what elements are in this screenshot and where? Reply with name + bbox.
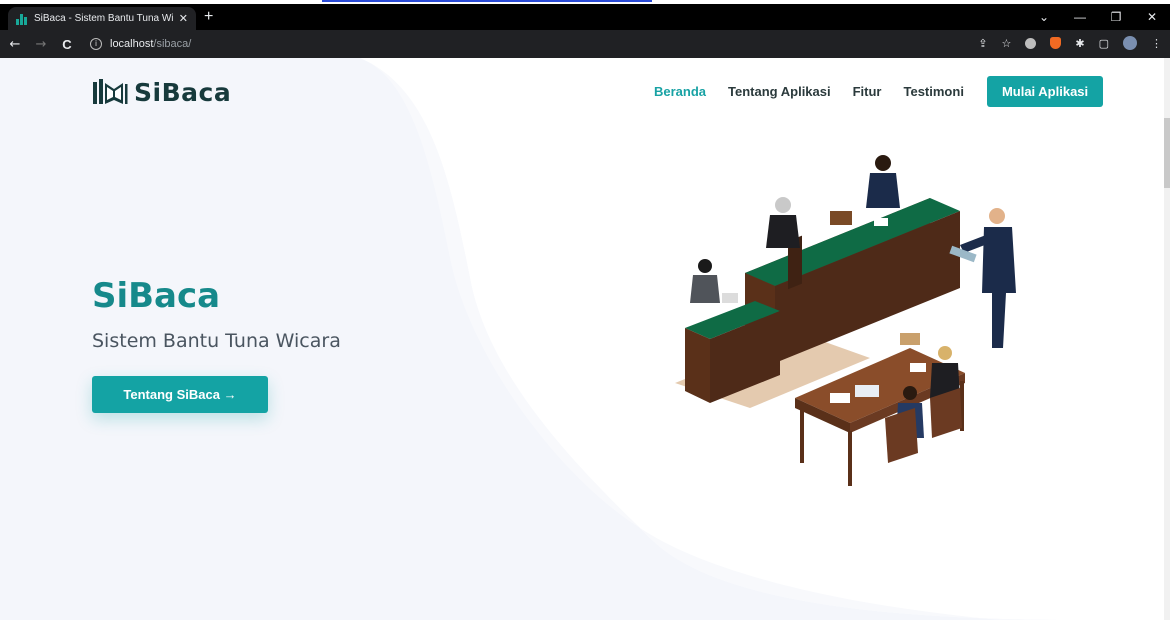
restore-button[interactable]: ❐: [1098, 10, 1134, 24]
tab-search-icon[interactable]: ⌄: [1026, 10, 1062, 24]
nav-link-fitur[interactable]: Fitur: [853, 84, 882, 99]
sibaca-favicon-icon: [16, 13, 28, 25]
profile-avatar-icon[interactable]: [1123, 36, 1137, 50]
nav-link-beranda[interactable]: Beranda: [654, 84, 706, 99]
tab-close-icon[interactable]: ✕: [179, 12, 188, 25]
url-host: localhost: [110, 38, 154, 50]
side-panel-icon[interactable]: ▢: [1099, 37, 1109, 50]
page-viewport: SiBaca Beranda Tentang Aplikasi Fitur Te…: [0, 58, 1170, 620]
page-scrollbar[interactable]: [1164, 58, 1170, 620]
nav-link-testimoni[interactable]: Testimoni: [904, 84, 964, 99]
tab-title: SiBaca - Sistem Bantu Tuna Wica: [34, 13, 173, 24]
url-path: /sibaca/: [153, 38, 192, 50]
window-controls: ⌄ — ❐ ✕: [1026, 4, 1170, 30]
book-logo-icon: [93, 78, 128, 104]
link-underline: [322, 0, 652, 2]
bookmark-star-icon[interactable]: ☆: [1002, 37, 1012, 50]
scrollbar-thumb[interactable]: [1164, 118, 1170, 188]
extensions-puzzle-icon[interactable]: ✱: [1075, 37, 1084, 50]
share-icon[interactable]: ⇪: [978, 37, 987, 50]
back-button[interactable]: ←: [4, 37, 26, 52]
nav-link-tentang-aplikasi[interactable]: Tentang Aplikasi: [728, 84, 831, 99]
minimize-button[interactable]: —: [1062, 10, 1098, 24]
courtroom-illustration: [675, 155, 1016, 486]
forward-button[interactable]: →: [30, 37, 52, 52]
sibaca-logo[interactable]: SiBaca: [92, 78, 231, 107]
extension-circle-icon[interactable]: [1025, 37, 1037, 49]
new-tab-button[interactable]: +: [204, 8, 213, 26]
browser-toolbar: ← → C i localhost/sibaca/ ⇪ ☆ ✱ ▢ ⋮: [0, 30, 1170, 58]
reload-button[interactable]: C: [56, 37, 78, 52]
tentang-sibaca-button[interactable]: Tentang SiBaca →: [92, 376, 268, 413]
mulai-aplikasi-button[interactable]: Mulai Aplikasi: [986, 76, 1104, 107]
hero-title: SiBaca: [92, 276, 221, 316]
browser-tab-bar: SiBaca - Sistem Bantu Tuna Wica ✕ + ⌄ — …: [0, 4, 1170, 30]
browser-menu-icon[interactable]: ⋮: [1151, 37, 1162, 50]
logo-text: SiBaca: [134, 78, 232, 107]
main-nav: Beranda Tentang Aplikasi Fitur Testimoni…: [654, 76, 1104, 107]
site-info-icon[interactable]: i: [90, 38, 102, 50]
brave-shield-icon[interactable]: [1050, 37, 1062, 49]
extension-icons: ⇪ ☆ ✱ ▢ ⋮: [978, 36, 1162, 50]
browser-tab[interactable]: SiBaca - Sistem Bantu Tuna Wica ✕: [8, 7, 196, 30]
close-window-button[interactable]: ✕: [1134, 10, 1170, 24]
hero-subtitle: Sistem Bantu Tuna Wicara: [92, 330, 341, 352]
